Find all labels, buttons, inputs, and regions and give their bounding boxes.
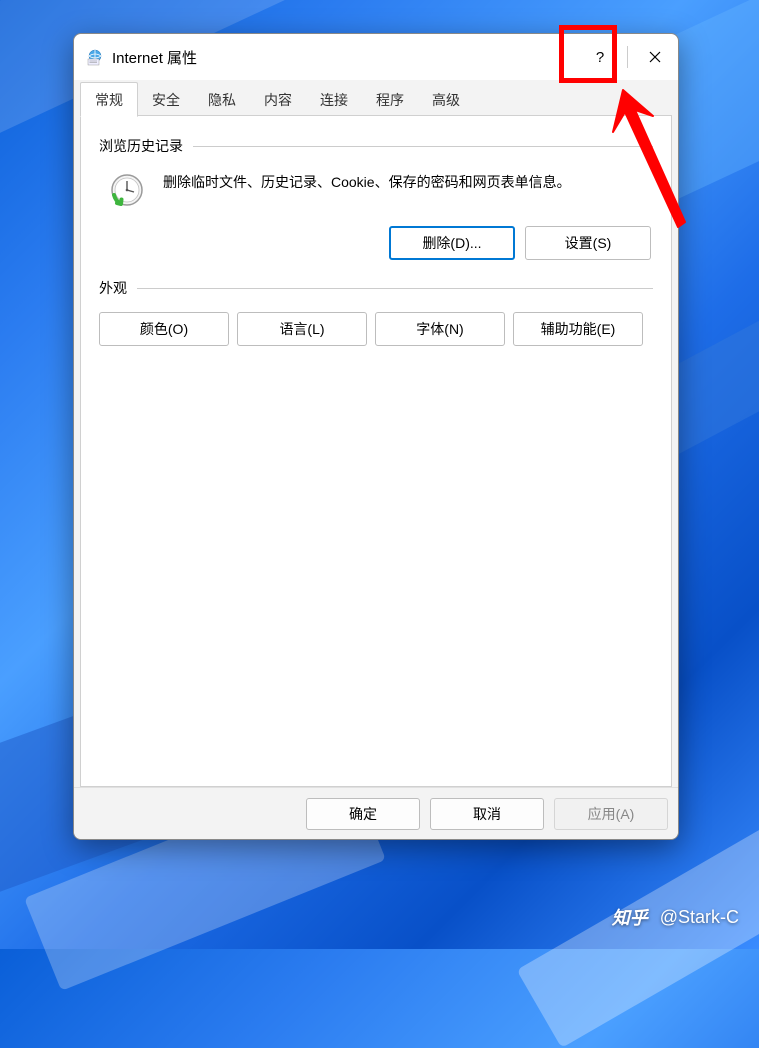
window-title: Internet 属性	[112, 47, 577, 68]
tab-programs[interactable]: 程序	[362, 83, 418, 116]
close-icon	[649, 51, 661, 63]
group-divider	[193, 146, 653, 147]
fonts-button[interactable]: 字体(N)	[375, 312, 505, 346]
titlebar: Internet 属性 ?	[74, 34, 678, 80]
wallpaper-shape	[517, 820, 759, 1048]
help-button[interactable]: ?	[577, 34, 623, 80]
group-label-appearance: 外观	[99, 278, 127, 298]
tab-general[interactable]: 常规	[80, 82, 138, 117]
zhihu-logo-icon: 知乎	[610, 903, 650, 931]
tab-advanced[interactable]: 高级	[418, 83, 474, 116]
group-label-history: 浏览历史记录	[99, 136, 183, 156]
dialog-body: 常规 安全 隐私 内容 连接 程序 高级 浏览历史记录	[74, 80, 678, 787]
delete-history-button[interactable]: 删除(D)...	[389, 226, 515, 260]
history-description: 删除临时文件、历史记录、Cookie、保存的密码和网页表单信息。	[163, 170, 571, 193]
history-clock-icon	[107, 170, 147, 210]
colors-button[interactable]: 颜色(O)	[99, 312, 229, 346]
dialog-footer: 确定 取消 应用(A)	[74, 787, 678, 839]
apply-button: 应用(A)	[554, 798, 668, 830]
watermark-author: @Stark-C	[660, 907, 739, 928]
titlebar-separator	[627, 46, 628, 68]
history-settings-button[interactable]: 设置(S)	[525, 226, 651, 260]
accessibility-button[interactable]: 辅助功能(E)	[513, 312, 643, 346]
languages-button[interactable]: 语言(L)	[237, 312, 367, 346]
group-divider	[137, 288, 653, 289]
group-appearance: 外观 颜色(O) 语言(L) 字体(N) 辅助功能(E)	[99, 278, 653, 346]
tab-content[interactable]: 内容	[250, 83, 306, 116]
tab-connections[interactable]: 连接	[306, 83, 362, 116]
tab-security[interactable]: 安全	[138, 83, 194, 116]
group-browsing-history: 浏览历史记录 删除临时文件、历史记录、Cook	[99, 136, 653, 260]
tab-panel-general: 浏览历史记录 删除临时文件、历史记录、Cook	[80, 115, 672, 787]
ok-button[interactable]: 确定	[306, 798, 420, 830]
internet-options-icon	[86, 48, 104, 66]
watermark: 知乎 @Stark-C	[610, 903, 739, 931]
tab-privacy[interactable]: 隐私	[194, 83, 250, 116]
internet-properties-dialog: Internet 属性 ? 常规 安全 隐私 内容 连接 程序 高级 浏览历史记…	[73, 33, 679, 840]
tab-bar: 常规 安全 隐私 内容 连接 程序 高级	[80, 84, 672, 116]
close-button[interactable]	[632, 34, 678, 80]
cancel-button[interactable]: 取消	[430, 798, 544, 830]
